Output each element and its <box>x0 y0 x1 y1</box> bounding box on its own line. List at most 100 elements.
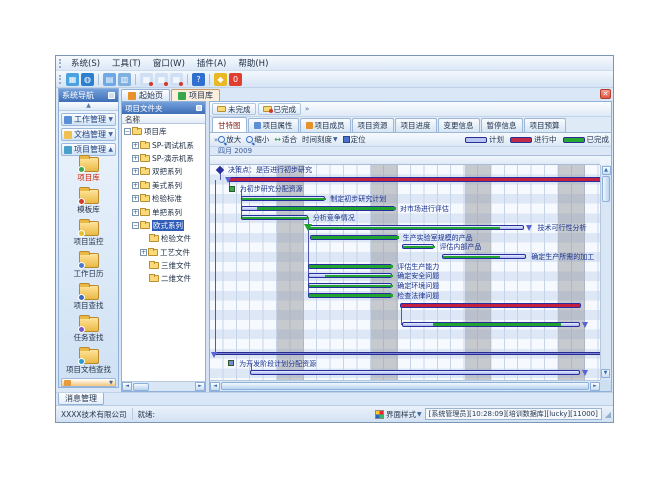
expander-icon[interactable]: + <box>132 182 139 189</box>
report-edit-icon[interactable]: ▦ <box>155 73 168 86</box>
tree-item-欧式系列[interactable]: −欧式系列 <box>122 219 205 232</box>
expander-icon[interactable]: + <box>132 155 139 162</box>
gantt-tab-变更信息[interactable]: 变更信息 <box>438 118 480 132</box>
tree-item-美式系列[interactable]: +美式系列 <box>122 179 205 192</box>
expander-icon[interactable]: − <box>124 128 131 135</box>
stop-icon[interactable]: 0 <box>229 73 242 86</box>
close-icon[interactable]: ✕ <box>600 89 611 99</box>
task-bar[interactable] <box>308 225 524 230</box>
chevron-icon[interactable]: ▼ <box>108 131 113 138</box>
tree-item-双把系列[interactable]: +双把系列 <box>122 165 205 178</box>
tree-item-三维文件[interactable]: 三维文件 <box>122 259 205 272</box>
expander-icon[interactable]: + <box>132 142 139 149</box>
pin-icon[interactable] <box>196 105 202 111</box>
sidebar-item-项目查找[interactable]: 项目查找 <box>59 285 118 316</box>
task-bar[interactable] <box>250 370 580 375</box>
tree-item-项目库[interactable]: −项目库 <box>122 125 205 138</box>
scroll-left-icon[interactable]: ◄ <box>210 382 220 391</box>
zoom-in-button[interactable]: 放大 <box>218 134 241 145</box>
report-new-icon[interactable]: ▦ <box>140 73 153 86</box>
timescale-dropdown[interactable]: 时间刻度▼ <box>302 134 338 145</box>
folder-save-icon[interactable]: ▥ <box>118 73 131 86</box>
tree-item-检验标准[interactable]: +检验标准 <box>122 192 205 205</box>
gantt-tab-项目预算[interactable]: 项目预算 <box>524 118 566 132</box>
task-bar[interactable] <box>241 215 308 220</box>
style-label[interactable]: 界面样式 <box>386 409 416 420</box>
menu-item[interactable]: 窗口(W) <box>147 56 191 70</box>
fit-button[interactable]: ↔适合 <box>274 134 297 145</box>
help-icon[interactable]: ? <box>192 73 205 86</box>
scroll-thumb[interactable] <box>221 382 589 390</box>
scroll-right-icon[interactable]: ► <box>195 382 205 391</box>
scroll-thumb[interactable] <box>133 383 149 391</box>
sidebar-collapse-strip[interactable]: ▲ <box>59 102 118 111</box>
task-bar[interactable] <box>308 273 392 278</box>
menu-item[interactable]: 工具(T) <box>106 56 147 70</box>
gantt-tab-项目成员[interactable]: 项目成员 <box>300 118 351 132</box>
tree-item-SP-演示机系[interactable]: +SP-演示机系 <box>122 152 205 165</box>
summary-bar[interactable] <box>400 303 581 308</box>
chevron-more-icon[interactable]: » <box>305 105 309 113</box>
zoom-out-button[interactable]: 缩小 <box>246 134 269 145</box>
gantt-tab-甘特图[interactable]: 甘特图 <box>212 117 247 132</box>
gantt-tab-项目进度[interactable]: 项目进度 <box>395 118 437 132</box>
chevron-icon[interactable]: ▲ <box>108 146 113 153</box>
task-bar[interactable] <box>241 196 325 201</box>
expander-icon[interactable]: + <box>140 249 147 256</box>
sidebar-item-项目监控[interactable]: 项目监控 <box>59 221 118 252</box>
gantt-chart[interactable]: 决策点：是否进行初步研究为初步研究分配资源制定初步研究计划对市场进行评估分析竞争… <box>210 165 600 381</box>
sidebar-item-任务查找[interactable]: 任务查找 <box>59 317 118 348</box>
message-manager-tab[interactable]: 消息管理 <box>58 393 104 405</box>
pin-icon[interactable] <box>108 92 115 99</box>
task-bar[interactable] <box>308 283 392 288</box>
sidebar-group-文档管理[interactable]: 文档管理▼ <box>61 128 116 141</box>
scroll-down-icon[interactable]: ▼ <box>601 369 610 378</box>
tab-项目库[interactable]: 项目库 <box>171 89 220 101</box>
expander-icon[interactable]: − <box>132 222 139 229</box>
menu-item[interactable]: 系统(S) <box>65 56 106 70</box>
sidebar-item-项目文档查找[interactable]: 项目文档查找 <box>59 349 118 380</box>
expander-icon[interactable]: + <box>132 168 139 175</box>
menu-item[interactable]: 插件(A) <box>191 56 232 70</box>
menu-item[interactable]: 帮助(H) <box>232 56 274 70</box>
chevron-down-icon[interactable]: ▼ <box>417 411 422 418</box>
sidebar-group-项目管理[interactable]: 项目管理▲ <box>61 143 116 156</box>
task-bar[interactable] <box>402 244 434 249</box>
tree-horizontal-scrollbar[interactable]: ◄ ► <box>122 381 205 391</box>
sidebar-group-工作管理[interactable]: 工作管理▼ <box>61 113 116 126</box>
scroll-thumb[interactable] <box>602 176 610 202</box>
lock-icon[interactable]: ◆ <box>214 73 227 86</box>
task-bar[interactable] <box>308 264 392 269</box>
tree-item-检验文件[interactable]: 检验文件 <box>122 232 205 245</box>
summary-bar[interactable] <box>228 177 600 182</box>
gantt-vertical-scrollbar[interactable]: ▲ ▼ <box>600 165 611 380</box>
sidebar-item-模板库[interactable]: 模板库 <box>59 189 118 220</box>
task-bar[interactable] <box>402 322 580 327</box>
task-bar[interactable] <box>442 254 526 259</box>
sidebar-item-工作日历[interactable]: 工作日历 <box>59 253 118 284</box>
scroll-up-icon[interactable]: ▲ <box>602 166 611 175</box>
report-del-icon[interactable]: ▦ <box>170 73 183 86</box>
expander-icon[interactable]: + <box>132 195 139 202</box>
scroll-left-icon[interactable]: ◄ <box>122 382 132 391</box>
sidebar-bottom-group[interactable]: ▼ <box>61 378 116 387</box>
tree-item-二维文件[interactable]: 二维文件 <box>122 272 205 285</box>
expander-icon[interactable]: + <box>132 209 139 216</box>
screen-icon[interactable]: ▦ <box>66 73 79 86</box>
folder-open-icon[interactable]: ▤ <box>103 73 116 86</box>
tree-item-单把系列[interactable]: +单把系列 <box>122 205 205 218</box>
tree-item-SP-调试机系[interactable]: +SP-调试机系 <box>122 138 205 151</box>
task-bar[interactable] <box>308 293 392 298</box>
locate-button[interactable]: 定位 <box>343 134 366 145</box>
chevron-icon[interactable]: ▼ <box>108 116 113 123</box>
globe-icon[interactable]: ◍ <box>81 73 94 86</box>
gantt-tab-暂停信息[interactable]: 暂停信息 <box>481 118 523 132</box>
scroll-right-icon[interactable]: ► <box>590 382 600 391</box>
filter-button-已完成[interactable]: 已完成 <box>258 103 302 115</box>
resize-grip[interactable]: ◢ <box>605 410 611 419</box>
gantt-tab-项目属性[interactable]: 项目属性 <box>248 118 299 132</box>
tree-item-工艺文件[interactable]: +工艺文件 <box>122 246 205 259</box>
task-bar[interactable] <box>241 206 395 211</box>
gantt-tab-项目资源[interactable]: 项目资源 <box>352 118 394 132</box>
sidebar-item-项目库[interactable]: 项目库 <box>59 157 118 188</box>
